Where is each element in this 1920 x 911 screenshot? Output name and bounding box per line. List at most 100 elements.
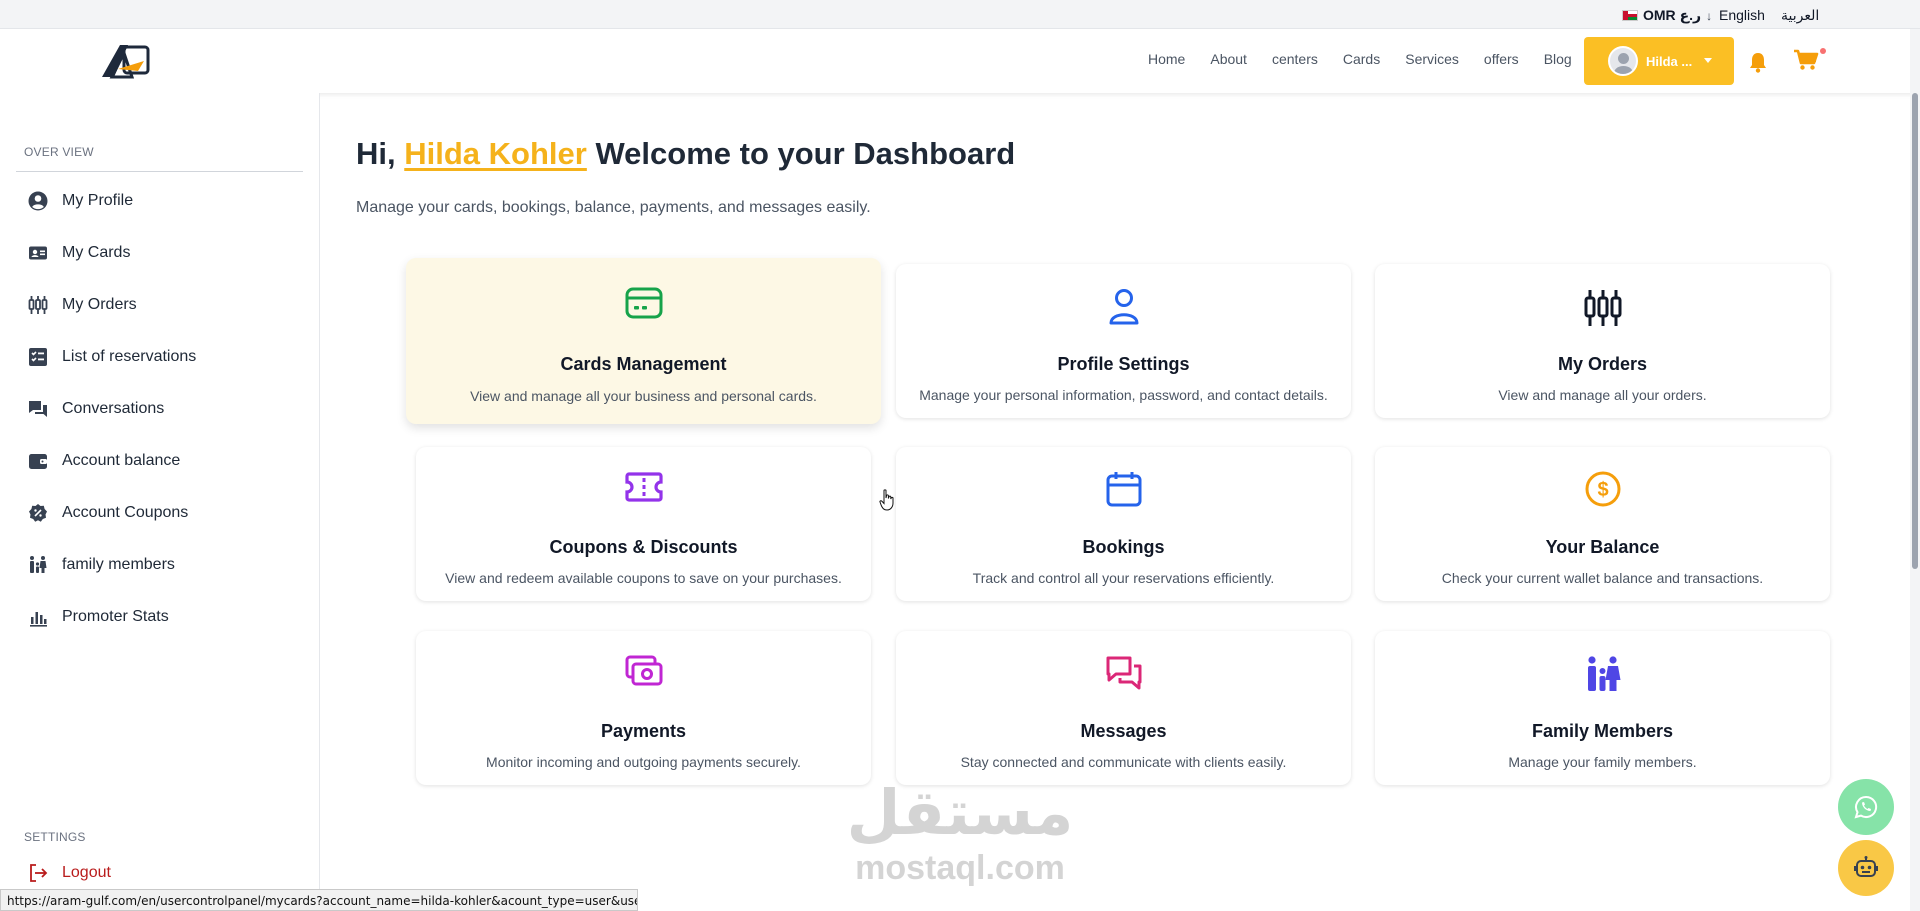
sidebar-item-my-orders[interactable]: My Orders [16,285,306,325]
nav-services[interactable]: Services [1405,51,1459,67]
calendar-icon [1106,471,1142,512]
card-your-balance[interactable]: $ Your Balance Check your current wallet… [1375,447,1830,601]
language-english-link[interactable]: English [1719,7,1765,23]
user-menu-name: Hilda ... [1646,53,1693,69]
sidebar-item-promoter-stats[interactable]: Promoter Stats [16,597,306,637]
svg-text:$: $ [1597,479,1608,501]
card-title: Coupons & Discounts [549,537,738,557]
sidebar-item-family-members[interactable]: family members [16,545,306,585]
sidebar-divider [16,171,303,172]
logout-label: Logout [62,864,111,881]
nav-cards[interactable]: Cards [1343,51,1380,67]
sidebar-item-label: Account Coupons [62,504,189,521]
card-description: Track and control all your reservations … [972,570,1275,586]
ticket-icon [624,471,663,508]
logout-icon [30,864,48,882]
user-circle-icon [28,191,48,211]
caret-down-icon [1704,58,1712,63]
card-profile-settings[interactable]: Profile Settings Manage your personal in… [896,264,1351,418]
sidebar-item-label: My Profile [62,192,134,209]
card-title: Family Members [1531,721,1674,741]
page-subtitle: Manage your cards, bookings, balance, pa… [356,199,871,216]
sidebar-item-account-coupons[interactable]: Account Coupons [16,493,306,533]
watermark-arabic: مستقل [846,779,1074,848]
sidebar-item-label: My Orders [62,296,137,313]
bell-icon[interactable] [1748,51,1768,78]
sidebar-section-overview: OVER VIEW [24,145,94,159]
nav-blog[interactable]: Blog [1544,51,1572,67]
card-description: Stay connected and communicate with clie… [960,754,1287,770]
cart-notification-dot [1820,48,1826,54]
card-my-orders[interactable]: My Orders View and manage all your order… [1375,264,1830,418]
user-full-name-link[interactable]: Hilda Kohler [404,136,587,171]
card-title: Bookings [1082,537,1165,557]
language-arabic-link[interactable]: العربية [1781,7,1819,24]
family-icon [1585,655,1621,698]
watermark-latin: mostaql.com [855,849,1065,887]
wallet-icon [29,454,47,469]
site-logo[interactable] [98,41,152,81]
sidebar-item-account-balance[interactable]: Account balance [16,441,306,481]
whatsapp-icon [1854,795,1878,819]
card-cards-management[interactable]: Cards Management View and manage all you… [406,258,881,424]
whatsapp-button[interactable] [1838,779,1894,835]
card-payments[interactable]: Payments Monitor incoming and outgoing p… [416,631,871,785]
hand-cursor-icon [879,489,895,516]
card-title: Cards Management [560,354,727,374]
checklist-icon [29,348,47,366]
arrow-down-icon: ↓ [1706,8,1713,23]
card-description: Manage your family members. [1508,754,1697,770]
greeting-suffix: Welcome to your Dashboard [595,136,1016,171]
card-description: Check your current wallet balance and tr… [1441,570,1764,586]
sidebar-section-settings: SETTINGS [24,830,86,844]
logout-button[interactable]: Logout [16,853,306,893]
card-description: Monitor incoming and outgoing payments s… [486,754,801,770]
currency-selector[interactable]: OMR ر.ع ↓ [1622,7,1712,24]
card-messages[interactable]: Messages Stay connected and communicate … [896,631,1351,785]
browser-status-url: https://aram-gulf.com/en/usercontrolpane… [0,889,638,911]
family-icon [30,556,47,573]
currency-label: OMR ر.ع [1643,7,1702,23]
cash-icon [625,655,663,692]
sidebar-item-label: Promoter Stats [62,608,169,625]
card-coupons-discounts[interactable]: Coupons & Discounts View and redeem avai… [416,447,871,601]
sidebar-item-conversations[interactable]: Conversations [16,389,306,429]
user-menu-button[interactable]: Hilda ... [1584,37,1734,85]
sidebar-item-my-cards[interactable]: My Cards [16,233,306,273]
nav-offers[interactable]: offers [1484,51,1519,67]
sidebar-item-my-profile[interactable]: My Profile [16,181,306,221]
sidebar-item-label: family members [62,556,175,573]
card-title: My Orders [1557,354,1648,374]
credit-card-icon [625,287,663,324]
cart-icon[interactable] [1793,49,1819,76]
watermark-logo: مستقل mostaql.com [840,780,1080,888]
badge-percent-icon [29,504,47,522]
chatbot-button[interactable] [1838,840,1894,896]
nav-centers[interactable]: centers [1272,51,1318,67]
card-family-members[interactable]: Family Members Manage your family member… [1375,631,1830,785]
sidebar-item-label: Account balance [62,452,181,469]
nav-about[interactable]: About [1210,51,1247,67]
greeting-prefix: Hi, [356,136,396,171]
main-header: Home About centers Cards Services offers… [0,29,1920,93]
card-description: View and manage all your business and pe… [470,388,817,404]
card-description: View and redeem available coupons to sav… [445,570,842,586]
sidebar-item-label: My Cards [62,244,131,261]
messages-icon [1105,655,1143,696]
nav-home[interactable]: Home [1148,51,1185,67]
card-bookings[interactable]: Bookings Track and control all your rese… [896,447,1351,601]
card-description: View and manage all your orders. [1498,387,1707,403]
card-title: Profile Settings [1057,354,1190,374]
bar-chart-icon [30,612,47,627]
orders-icon [1583,288,1623,333]
card-description: Manage your personal information, passwo… [919,387,1328,403]
card-icon [29,246,47,260]
card-title: Messages [1080,721,1167,741]
card-title: Your Balance [1545,537,1660,557]
top-utility-bar: OMR ر.ع ↓ English العربية [0,0,1920,29]
oman-flag-icon [1622,10,1638,21]
sidebar: OVER VIEW My Profile My Cards My Orders … [0,93,320,911]
sidebar-item-label: List of reservations [62,348,197,365]
sidebar-item-reservations[interactable]: List of reservations [16,337,306,377]
page-scrollbar-thumb[interactable] [1912,93,1918,569]
